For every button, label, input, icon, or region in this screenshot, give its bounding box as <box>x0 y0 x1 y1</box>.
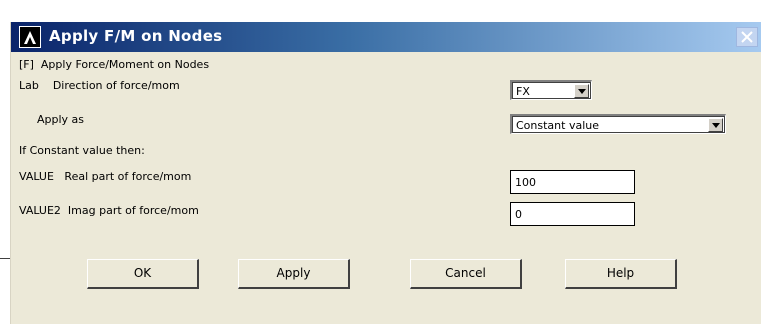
if-constant-label: If Constant value then: <box>19 144 145 157</box>
ok-button[interactable]: OK <box>87 259 199 289</box>
background-line <box>0 258 10 259</box>
ansys-logo-icon <box>19 26 41 48</box>
apply-button[interactable]: Apply <box>238 259 350 289</box>
chevron-down-icon <box>578 89 586 94</box>
direction-dropdown[interactable]: FX <box>510 80 592 100</box>
lab-label: Lab Direction of force/mom <box>19 79 180 92</box>
direction-dropdown-button[interactable] <box>574 84 589 98</box>
value-label: VALUE Real part of force/mom <box>19 170 192 183</box>
apply-fm-dialog: Apply F/M on Nodes [F] Apply Force/Momen… <box>10 22 761 324</box>
cancel-button[interactable]: Cancel <box>410 259 522 289</box>
value2-label: VALUE2 Imag part of force/mom <box>19 204 199 217</box>
apply-as-value: Constant value <box>516 119 599 132</box>
form-heading: [F] Apply Force/Moment on Nodes <box>19 58 210 71</box>
value-input[interactable]: 100 <box>510 170 635 194</box>
apply-as-dropdown-button[interactable] <box>708 118 723 132</box>
background-top <box>10 0 761 22</box>
apply-as-dropdown[interactable]: Constant value <box>510 114 726 134</box>
chevron-down-icon <box>712 123 720 128</box>
title-bar[interactable]: Apply F/M on Nodes <box>11 22 761 52</box>
value2-input[interactable]: 0 <box>510 202 635 226</box>
close-button[interactable] <box>736 27 758 47</box>
direction-value: FX <box>516 85 530 98</box>
apply-as-label: Apply as <box>37 113 85 126</box>
help-button[interactable]: Help <box>565 259 677 289</box>
close-icon <box>741 31 753 43</box>
window-title: Apply F/M on Nodes <box>49 27 223 45</box>
